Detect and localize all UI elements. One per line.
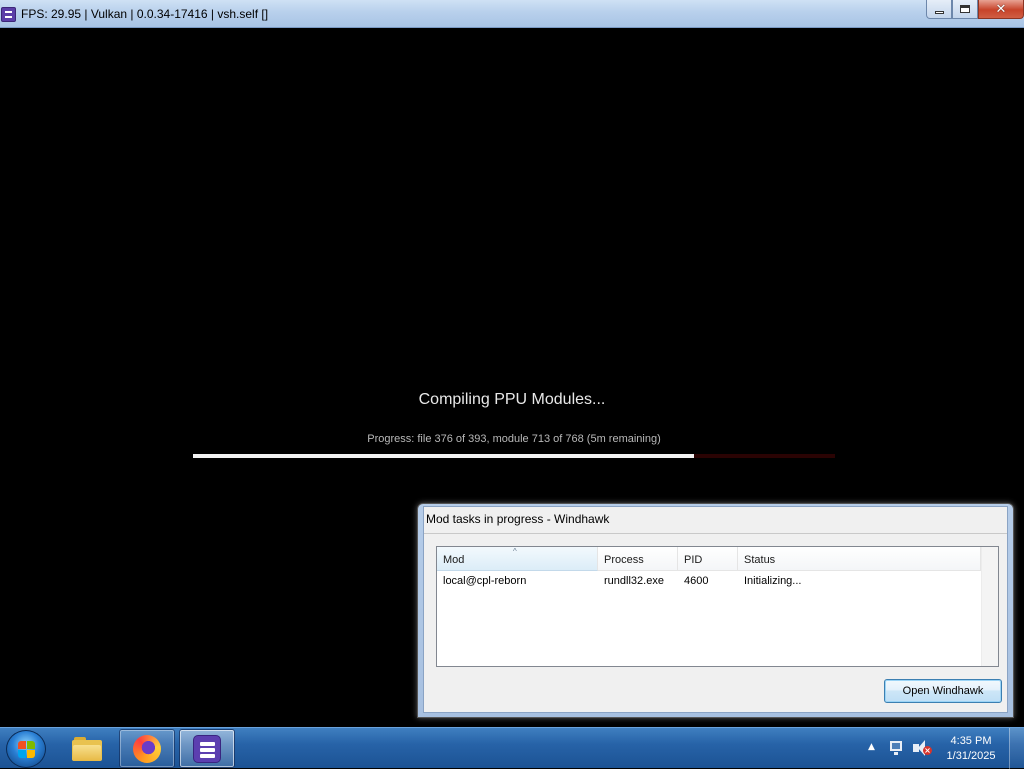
cell-pid: 4600: [684, 575, 709, 587]
firefox-icon: [133, 734, 161, 763]
column-header-status[interactable]: Status: [738, 547, 981, 571]
network-icon[interactable]: [889, 740, 905, 756]
folder-icon: [72, 736, 102, 761]
system-clock[interactable]: 4:35 PM 1/31/2025: [940, 734, 1002, 764]
compile-progress-bar: [193, 454, 835, 458]
start-button[interactable]: [6, 730, 46, 768]
cell-mod: local@cpl-reborn: [443, 575, 527, 587]
list-scrollbar[interactable]: [981, 547, 998, 666]
windows-logo-icon: [18, 741, 36, 759]
maximize-button[interactable]: [952, 0, 978, 19]
windhawk-dialog-title: Mod tasks in progress - Windhawk: [426, 512, 610, 526]
title-divider: [424, 533, 1007, 534]
compile-heading: Compiling PPU Modules...: [418, 391, 606, 408]
column-header-mod[interactable]: ^ Mod: [437, 547, 598, 571]
taskbar: ▲ × 4:35 PM 1/31/2025: [0, 727, 1024, 769]
volume-muted-icon[interactable]: ×: [913, 740, 932, 756]
cell-process: rundll32.exe: [604, 575, 664, 587]
column-label: Process: [604, 554, 644, 566]
open-windhawk-button[interactable]: Open Windhawk: [884, 679, 1002, 703]
minimize-icon: [934, 10, 944, 14]
minimize-button[interactable]: [926, 0, 952, 19]
taskbar-rpcs3[interactable]: [179, 729, 235, 768]
compile-progress-fill: [193, 454, 694, 458]
caption-buttons: ✕: [926, 0, 1024, 20]
cell-status: Initializing...: [744, 575, 802, 587]
rpcs3-icon[interactable]: [1, 7, 16, 22]
compile-progress-text: Progress: file 376 of 393, module 713 of…: [367, 433, 661, 445]
sort-ascending-icon: ^: [513, 547, 517, 556]
column-header-process[interactable]: Process: [598, 547, 678, 571]
column-label: PID: [684, 554, 703, 566]
show-desktop-button[interactable]: [1009, 728, 1024, 769]
show-hidden-icons-icon[interactable]: ▲: [868, 742, 875, 752]
clock-date: 1/31/2025: [946, 750, 996, 762]
list-header: ^ Mod Process PID Status: [437, 547, 981, 571]
window-titlebar[interactable]: FPS: 29.95 | Vulkan | 0.0.34-17416 | vsh…: [0, 0, 1024, 28]
mod-tasks-list[interactable]: ^ Mod Process PID Status local@cpl-rebor…: [436, 546, 999, 667]
taskbar-firefox[interactable]: [119, 729, 175, 768]
table-row[interactable]: local@cpl-reborn rundll32.exe 4600 Initi…: [437, 574, 981, 590]
clock-time: 4:35 PM: [950, 735, 992, 747]
taskbar-explorer[interactable]: [59, 729, 115, 768]
rpcs3-icon: [193, 734, 221, 763]
column-label: Mod: [443, 554, 465, 566]
maximize-icon: [960, 5, 970, 13]
close-button[interactable]: ✕: [978, 0, 1024, 19]
windhawk-dialog: Mod tasks in progress - Windhawk ^ Mod P…: [417, 503, 1014, 718]
window-title: FPS: 29.95 | Vulkan | 0.0.34-17416 | vsh…: [21, 7, 269, 21]
column-header-pid[interactable]: PID: [678, 547, 738, 571]
windhawk-dialog-body: Mod tasks in progress - Windhawk ^ Mod P…: [423, 506, 1008, 713]
column-label: Status: [744, 554, 776, 566]
close-icon: ✕: [995, 1, 1007, 17]
